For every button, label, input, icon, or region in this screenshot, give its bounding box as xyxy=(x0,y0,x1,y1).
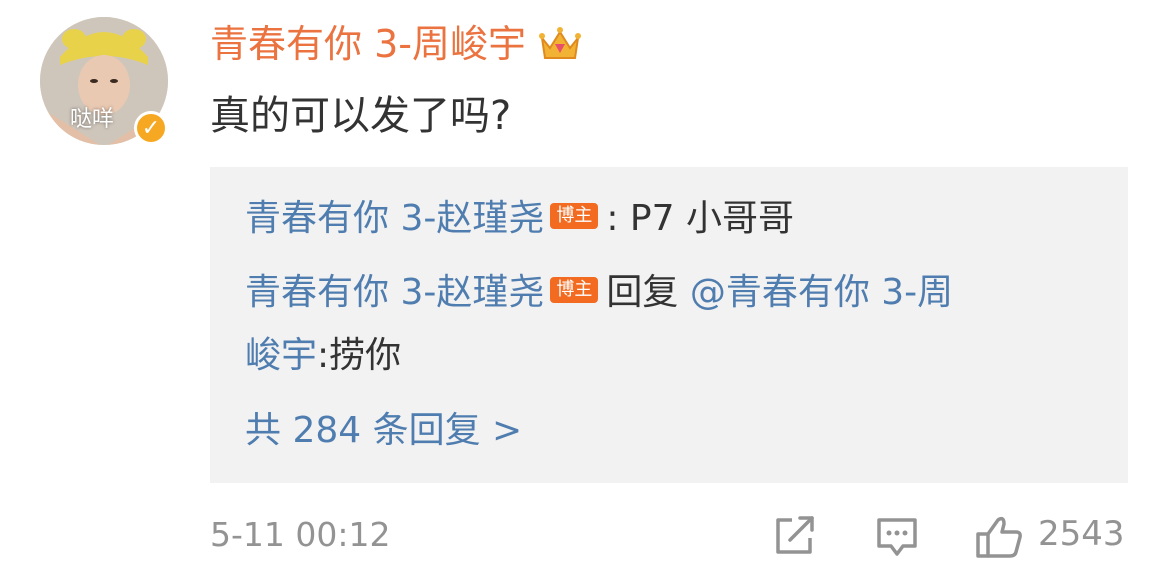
timestamp: 5-11 00:12 xyxy=(210,515,391,554)
more-replies-link[interactable]: 共 284 条回复 > xyxy=(245,409,522,452)
reply-item-continuation: 峻宇:捞你 xyxy=(245,334,401,377)
avatar-container[interactable]: 哒咩 ✓ xyxy=(40,17,170,147)
reply-prefix: 回复 xyxy=(606,272,679,313)
host-badge: 博主 xyxy=(550,203,599,229)
host-badge: 博主 xyxy=(550,277,599,303)
reply-author[interactable]: 青春有你 3-赵瑾尧 xyxy=(245,272,544,313)
repost-icon[interactable] xyxy=(772,514,818,558)
comment-icon[interactable] xyxy=(873,514,921,560)
reply-item[interactable]: 青春有你 3-赵瑾尧 博主 回复 @青春有你 3-周 xyxy=(245,271,953,314)
reply-content: :捞你 xyxy=(317,335,402,376)
avatar-tag: 哒咩 xyxy=(70,107,115,132)
reply-box[interactable]: 青春有你 3-赵瑾尧 博主: P7 小哥哥 青春有你 3-赵瑾尧 博主 回复 @青春有… xyxy=(210,167,1128,483)
like-count: 2543 xyxy=(1038,514,1125,554)
crown-icon xyxy=(538,27,581,59)
username[interactable]: 青春有你 3-周峻宇 xyxy=(210,25,526,63)
reply-mention-continued[interactable]: 峻宇 xyxy=(245,335,317,376)
reply-item[interactable]: 青春有你 3-赵瑾尧 博主 : P7 小哥哥 xyxy=(245,197,794,240)
username-row: 青春有你 3-周峻宇 xyxy=(210,18,582,70)
reply-content: : P7 小哥哥 xyxy=(606,198,794,239)
comment-text: 真的可以发了吗? xyxy=(210,93,512,139)
verified-icon: ✓ xyxy=(134,111,168,145)
reply-author[interactable]: 青春有你 3-赵瑾尧 xyxy=(245,198,544,239)
reply-mention[interactable]: @青春有你 3-周 xyxy=(690,272,953,313)
like-icon[interactable] xyxy=(974,514,1024,560)
